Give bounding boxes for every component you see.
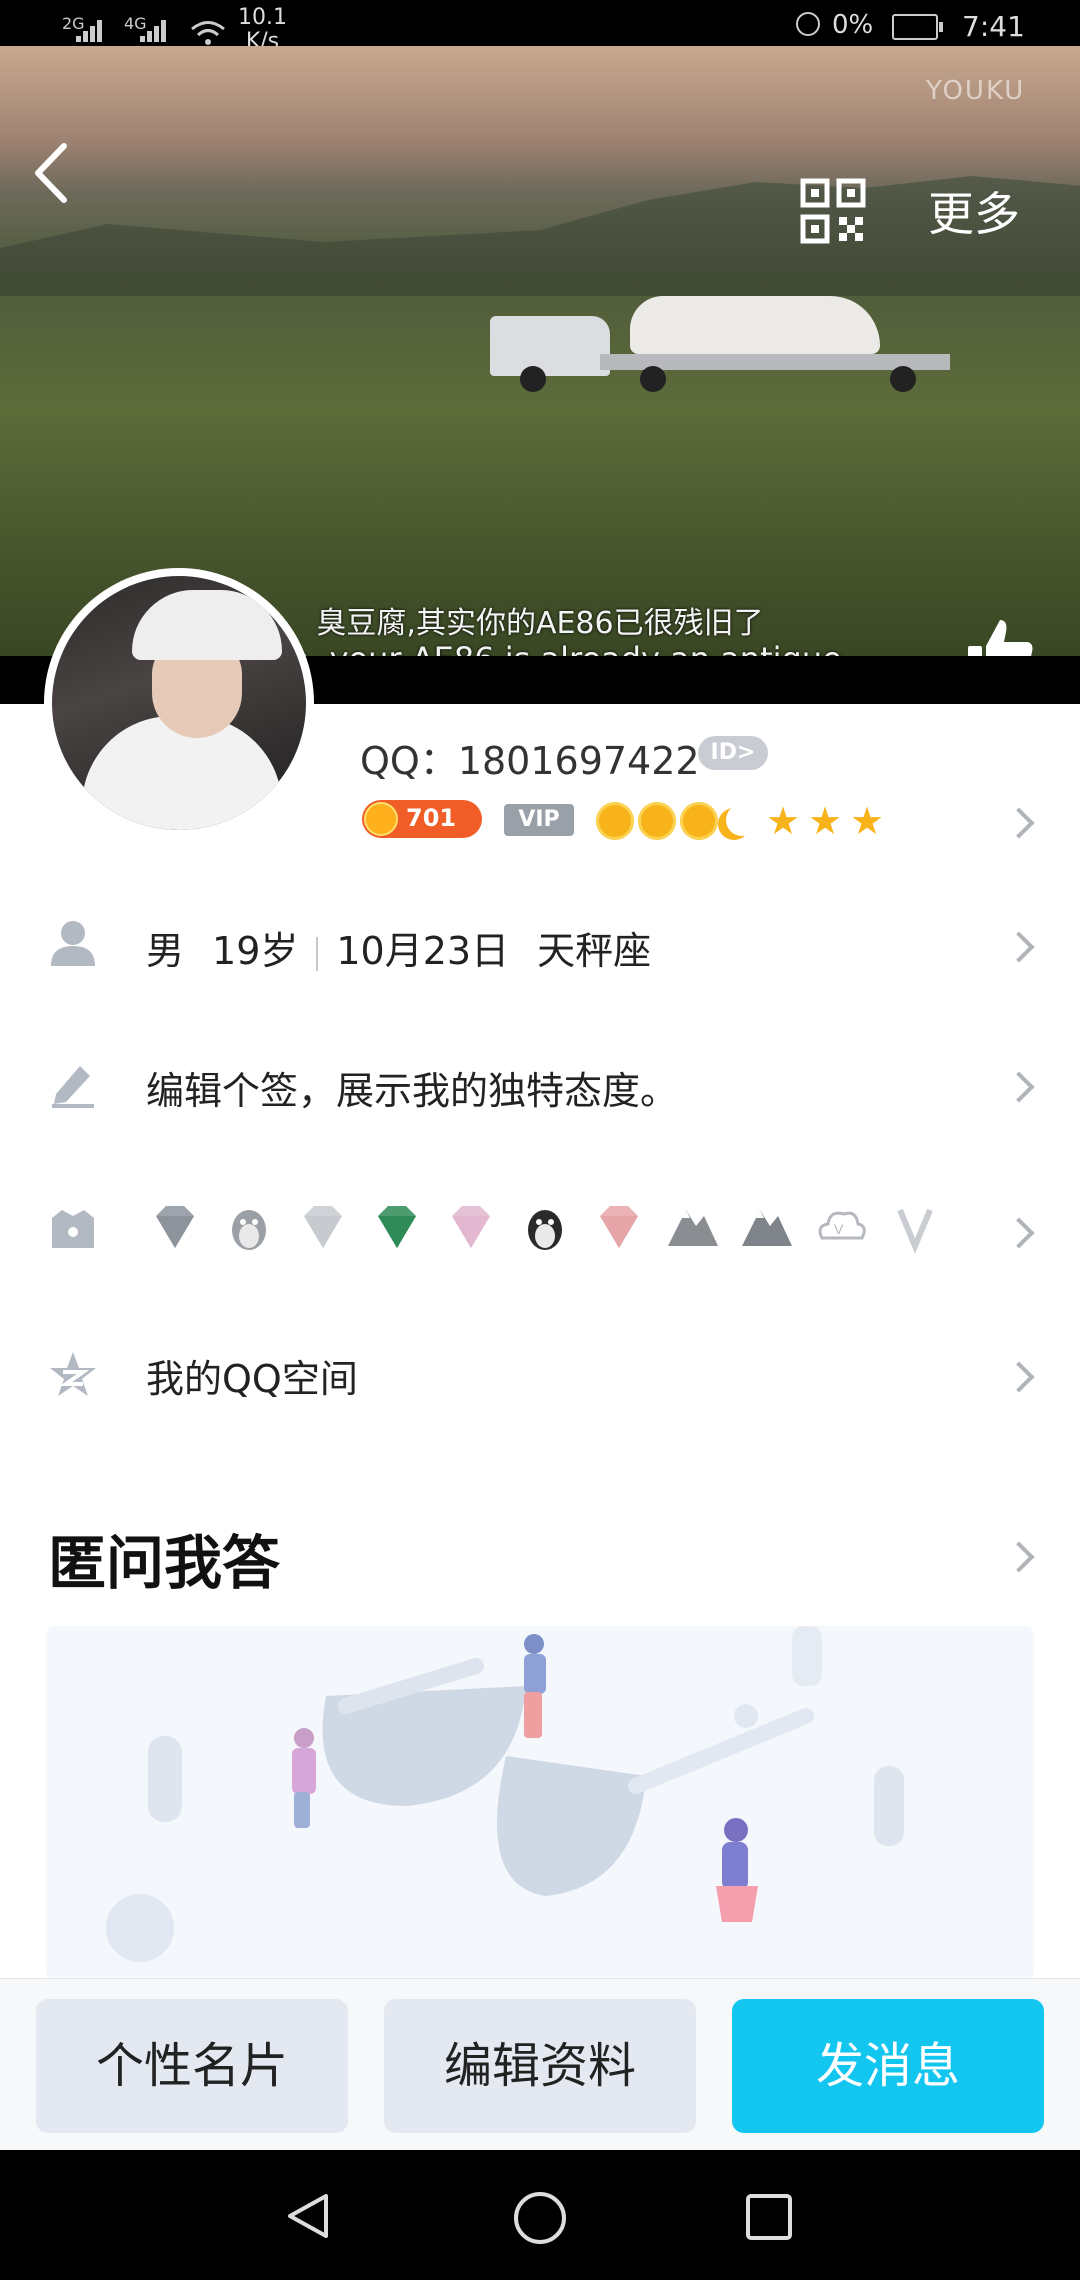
gift-box-icon xyxy=(52,1210,94,1248)
chevron-right-icon[interactable] xyxy=(1003,1541,1035,1573)
nav-home-icon[interactable] xyxy=(512,2190,568,2246)
chevron-right-icon[interactable] xyxy=(1003,1217,1035,1249)
chevron-right-icon[interactable] xyxy=(1003,1071,1035,1103)
clock: 7:41 xyxy=(962,10,1025,43)
sun-level-icon xyxy=(638,802,676,840)
moon-level-icon xyxy=(722,802,760,840)
chevron-right-icon[interactable] xyxy=(1003,931,1035,963)
divider xyxy=(316,936,319,971)
edit-profile-button[interactable]: 编辑资料 xyxy=(384,1999,696,2133)
chevron-right-icon[interactable] xyxy=(1003,807,1035,839)
age-text: 19岁 xyxy=(212,929,299,973)
star-level-icon: ★ xyxy=(765,799,801,843)
send-message-button[interactable]: 发消息 xyxy=(732,1999,1044,2133)
battery-percent: 0% xyxy=(832,10,874,40)
level-number: 701 xyxy=(406,804,457,832)
signal-bars-icon xyxy=(140,18,170,42)
qa-illustration-card[interactable] xyxy=(46,1626,1034,1980)
chevron-right-icon[interactable] xyxy=(1003,1361,1035,1393)
cover-truck-image xyxy=(490,296,960,392)
qa-section-title: 匿问我答 xyxy=(48,1529,281,1597)
coin-icon xyxy=(364,802,398,836)
signature-row[interactable]: 编辑个签，展示我的独特态度。 xyxy=(0,1040,1080,1130)
qr-code-icon[interactable] xyxy=(800,178,866,244)
alarm-icon xyxy=(796,12,820,36)
sun-level-icon xyxy=(596,802,634,840)
badge-list[interactable]: V xyxy=(146,1192,944,1262)
sunglasses-illustration xyxy=(106,1626,904,1962)
green-gem-badge-icon[interactable] xyxy=(738,1198,796,1256)
badge-row[interactable]: V xyxy=(0,1180,1080,1280)
person-icon xyxy=(51,921,95,966)
wifi-icon xyxy=(191,21,225,45)
profile-card-button[interactable]: 个性名片 xyxy=(36,1999,348,2133)
green-diamond-badge-icon[interactable] xyxy=(368,1198,426,1256)
net-speed-value: 10.1 xyxy=(238,5,287,30)
diamond-1-badge-icon[interactable] xyxy=(294,1198,352,1256)
edit-pencil-icon xyxy=(52,1066,94,1108)
youku-watermark: YOUKU xyxy=(926,76,1026,106)
level-badge[interactable]: 701 xyxy=(362,800,482,838)
v-1-badge-icon[interactable] xyxy=(886,1198,944,1256)
gender-text: 男 xyxy=(146,929,185,973)
pink-diamond-badge-icon[interactable] xyxy=(590,1198,648,1256)
qzone-row[interactable]: 我的QQ空间 xyxy=(0,1330,1080,1420)
constellation-text: 天秤座 xyxy=(537,929,652,973)
qzone-star-icon xyxy=(50,1352,96,1396)
sun-level-icon xyxy=(680,802,718,840)
cloud-v-badge-icon[interactable]: V xyxy=(812,1198,870,1256)
mountain-gem-badge-icon[interactable] xyxy=(664,1198,722,1256)
qq-level-icons[interactable]: ★ ★ ★ xyxy=(596,802,886,842)
star-level-icon: ★ xyxy=(849,799,885,843)
crown-penguin-badge-icon[interactable] xyxy=(516,1198,574,1256)
avatar[interactable] xyxy=(46,570,312,836)
info-row[interactable]: 男 19岁 10月23日 天秤座 xyxy=(0,900,1080,990)
vip-badge[interactable]: VIP xyxy=(504,804,574,836)
cover-treeline xyxy=(0,176,1080,296)
nav-recents-icon[interactable] xyxy=(744,2192,794,2242)
svg-text:V: V xyxy=(834,1221,844,1237)
birthday-text: 10月23日 xyxy=(336,929,510,973)
gem-silver-badge-icon[interactable] xyxy=(146,1198,204,1256)
heart-diamond-badge-icon[interactable] xyxy=(442,1198,500,1256)
bottom-action-bar: 个性名片 编辑资料 发消息 xyxy=(0,1978,1080,2151)
qq-penguin-4-badge-icon[interactable] xyxy=(220,1198,278,1256)
signature-text: 编辑个签，展示我的独特态度。 xyxy=(146,1069,679,1113)
qzone-label: 我的QQ空间 xyxy=(146,1357,358,1401)
more-button[interactable]: 更多 xyxy=(928,178,1020,244)
status-bar: 2G 4G 10.1 K/s 0% 7:41 xyxy=(0,0,1080,54)
star-level-icon: ★ xyxy=(807,799,843,843)
back-icon[interactable] xyxy=(28,138,78,208)
nav-back-icon[interactable] xyxy=(282,2190,334,2242)
system-nav-bar xyxy=(0,2150,1080,2280)
id-badge[interactable]: ID> xyxy=(698,736,768,770)
battery-icon xyxy=(892,14,943,40)
signal-bars-icon xyxy=(76,18,106,42)
qq-number: QQ：1801697422 xyxy=(360,739,700,783)
